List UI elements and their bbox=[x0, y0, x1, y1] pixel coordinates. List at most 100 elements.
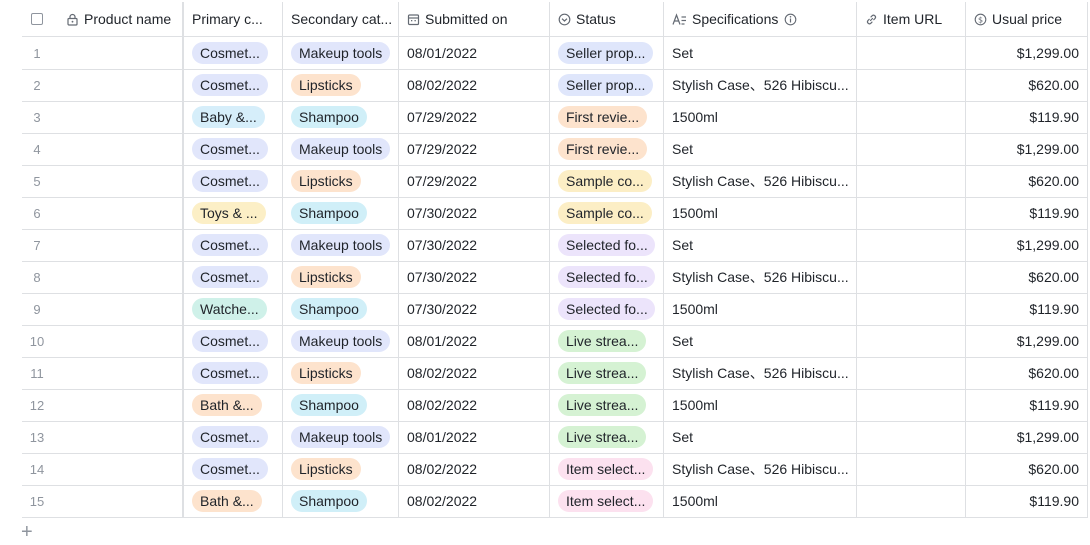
submitted-on-cell[interactable]: 07/29/2022 bbox=[399, 165, 550, 197]
column-header-item-url[interactable]: Item URL bbox=[857, 2, 966, 36]
status-cell[interactable]: Selected fo... bbox=[550, 229, 664, 261]
column-header-secondary-category[interactable]: Secondary cat... bbox=[283, 2, 399, 36]
secondary-category-cell[interactable]: Makeup tools bbox=[283, 421, 399, 453]
primary-category-cell[interactable]: Cosmet... bbox=[184, 229, 283, 261]
table-row[interactable]: 13 Cosmet... Makeup tools 08/01/2022 Live st… bbox=[22, 421, 1088, 454]
row-number-cell[interactable]: 14 bbox=[22, 453, 52, 485]
specifications-cell[interactable]: Set bbox=[664, 325, 857, 357]
row-number-cell[interactable]: 11 bbox=[22, 357, 52, 389]
item-url-cell[interactable] bbox=[857, 389, 966, 421]
product-name-cell[interactable] bbox=[52, 389, 184, 421]
row-number-cell[interactable]: 9 bbox=[22, 293, 52, 325]
item-url-cell[interactable] bbox=[857, 293, 966, 325]
table-row[interactable]: 4 Cosmet... Makeup tools 07/29/2022 First re… bbox=[22, 133, 1088, 166]
table-row[interactable]: 7 Cosmet... Makeup tools 07/30/2022 Selected… bbox=[22, 229, 1088, 262]
row-number-cell[interactable]: 5 bbox=[22, 165, 52, 197]
product-name-cell[interactable] bbox=[52, 357, 184, 389]
submitted-on-cell[interactable]: 07/29/2022 bbox=[399, 133, 550, 165]
secondary-category-cell[interactable]: Makeup tools bbox=[283, 325, 399, 357]
usual-price-cell[interactable]: $1,299.00 bbox=[966, 133, 1088, 165]
primary-category-cell[interactable]: Cosmet... bbox=[184, 325, 283, 357]
row-number-cell[interactable]: 7 bbox=[22, 229, 52, 261]
status-cell[interactable]: Seller prop... bbox=[550, 69, 664, 101]
specifications-cell[interactable]: Stylish Case、526 Hibiscu... bbox=[664, 261, 857, 293]
primary-category-cell[interactable]: Toys & ... bbox=[184, 197, 283, 229]
primary-category-cell[interactable]: Baby &... bbox=[184, 101, 283, 133]
status-cell[interactable]: Live strea... bbox=[550, 325, 664, 357]
specifications-cell[interactable]: Set bbox=[664, 37, 857, 69]
row-number-cell[interactable]: 3 bbox=[22, 101, 52, 133]
submitted-on-cell[interactable]: 08/01/2022 bbox=[399, 325, 550, 357]
row-number-cell[interactable]: 6 bbox=[22, 197, 52, 229]
product-name-cell[interactable] bbox=[52, 69, 184, 101]
table-row[interactable]: 2 Cosmet... Lipsticks 08/02/2022 Seller prop… bbox=[22, 69, 1088, 102]
add-row-button[interactable]: + bbox=[21, 522, 33, 542]
product-name-cell[interactable] bbox=[52, 485, 184, 517]
column-header-product-name[interactable]: Product name bbox=[52, 2, 184, 36]
status-cell[interactable]: Item select... bbox=[550, 453, 664, 485]
item-url-cell[interactable] bbox=[857, 261, 966, 293]
item-url-cell[interactable] bbox=[857, 197, 966, 229]
usual-price-cell[interactable]: $620.00 bbox=[966, 69, 1088, 101]
column-header-submitted-on[interactable]: Submitted on bbox=[399, 2, 550, 36]
usual-price-cell[interactable]: $620.00 bbox=[966, 165, 1088, 197]
secondary-category-cell[interactable]: Shampoo bbox=[283, 101, 399, 133]
specifications-cell[interactable]: 1500ml bbox=[664, 197, 857, 229]
secondary-category-cell[interactable]: Lipsticks bbox=[283, 261, 399, 293]
usual-price-cell[interactable]: $119.90 bbox=[966, 197, 1088, 229]
table-row[interactable]: 12 Bath &... Shampoo 08/02/2022 Live strea..… bbox=[22, 389, 1088, 422]
specifications-cell[interactable]: Set bbox=[664, 421, 857, 453]
row-number-cell[interactable]: 1 bbox=[22, 37, 52, 69]
table-row[interactable]: 10 Cosmet... Makeup tools 08/01/2022 Live st… bbox=[22, 325, 1088, 358]
product-name-cell[interactable] bbox=[52, 101, 184, 133]
table-row[interactable]: 5 Cosmet... Lipsticks 07/29/2022 Sample co..… bbox=[22, 165, 1088, 198]
product-name-cell[interactable] bbox=[52, 197, 184, 229]
select-all-checkbox[interactable] bbox=[22, 2, 52, 36]
secondary-category-cell[interactable]: Lipsticks bbox=[283, 165, 399, 197]
submitted-on-cell[interactable]: 08/02/2022 bbox=[399, 389, 550, 421]
status-cell[interactable]: First revie... bbox=[550, 133, 664, 165]
secondary-category-cell[interactable]: Lipsticks bbox=[283, 357, 399, 389]
status-cell[interactable]: Sample co... bbox=[550, 197, 664, 229]
status-cell[interactable]: Item select... bbox=[550, 485, 664, 517]
specifications-cell[interactable]: 1500ml bbox=[664, 389, 857, 421]
submitted-on-cell[interactable]: 08/01/2022 bbox=[399, 421, 550, 453]
row-number-cell[interactable]: 4 bbox=[22, 133, 52, 165]
usual-price-cell[interactable]: $1,299.00 bbox=[966, 229, 1088, 261]
submitted-on-cell[interactable]: 08/02/2022 bbox=[399, 453, 550, 485]
secondary-category-cell[interactable]: Lipsticks bbox=[283, 453, 399, 485]
item-url-cell[interactable] bbox=[857, 325, 966, 357]
product-name-cell[interactable] bbox=[52, 261, 184, 293]
usual-price-cell[interactable]: $620.00 bbox=[966, 453, 1088, 485]
column-header-status[interactable]: Status bbox=[550, 2, 664, 36]
column-header-specifications[interactable]: Specifications bbox=[664, 2, 857, 36]
item-url-cell[interactable] bbox=[857, 229, 966, 261]
table-row[interactable]: 14 Cosmet... Lipsticks 08/02/2022 Item selec… bbox=[22, 453, 1088, 486]
item-url-cell[interactable] bbox=[857, 421, 966, 453]
submitted-on-cell[interactable]: 07/30/2022 bbox=[399, 293, 550, 325]
submitted-on-cell[interactable]: 08/02/2022 bbox=[399, 69, 550, 101]
primary-category-cell[interactable]: Cosmet... bbox=[184, 133, 283, 165]
primary-category-cell[interactable]: Cosmet... bbox=[184, 69, 283, 101]
row-number-cell[interactable]: 15 bbox=[22, 485, 52, 517]
table-row[interactable]: 1 Cosmet... Makeup tools 08/01/2022 Seller p… bbox=[22, 37, 1088, 70]
secondary-category-cell[interactable]: Lipsticks bbox=[283, 69, 399, 101]
status-cell[interactable]: Live strea... bbox=[550, 357, 664, 389]
primary-category-cell[interactable]: Cosmet... bbox=[184, 357, 283, 389]
secondary-category-cell[interactable]: Shampoo bbox=[283, 485, 399, 517]
specifications-cell[interactable]: Stylish Case、526 Hibiscu... bbox=[664, 453, 857, 485]
product-name-cell[interactable] bbox=[52, 133, 184, 165]
submitted-on-cell[interactable]: 07/29/2022 bbox=[399, 101, 550, 133]
product-name-cell[interactable] bbox=[52, 37, 184, 69]
status-cell[interactable]: First revie... bbox=[550, 101, 664, 133]
secondary-category-cell[interactable]: Shampoo bbox=[283, 197, 399, 229]
item-url-cell[interactable] bbox=[857, 133, 966, 165]
item-url-cell[interactable] bbox=[857, 485, 966, 517]
status-cell[interactable]: Seller prop... bbox=[550, 37, 664, 69]
usual-price-cell[interactable]: $1,299.00 bbox=[966, 421, 1088, 453]
submitted-on-cell[interactable]: 08/01/2022 bbox=[399, 37, 550, 69]
primary-category-cell[interactable]: Cosmet... bbox=[184, 421, 283, 453]
usual-price-cell[interactable]: $119.90 bbox=[966, 389, 1088, 421]
product-name-cell[interactable] bbox=[52, 229, 184, 261]
table-row[interactable]: 11 Cosmet... Lipsticks 08/02/2022 Live strea… bbox=[22, 357, 1088, 390]
